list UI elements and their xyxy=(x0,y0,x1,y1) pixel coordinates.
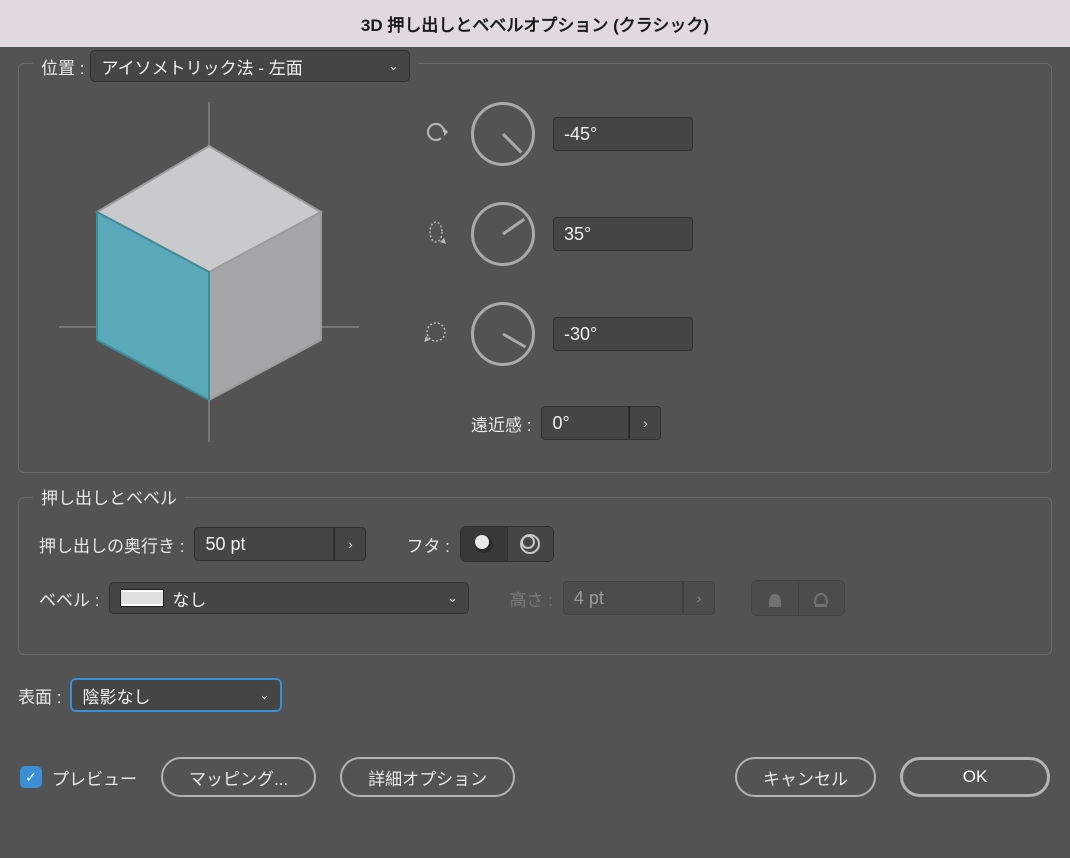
angle-z-dial[interactable] xyxy=(471,302,535,366)
cancel-button[interactable]: キャンセル xyxy=(735,757,876,797)
cap-label: フタ : xyxy=(406,532,449,557)
preview-label: プレビュー xyxy=(52,765,137,790)
position-group: 位置 : アイソメトリック法 - 左面 ⌄ xyxy=(18,63,1052,473)
cap-on-button[interactable] xyxy=(461,527,507,561)
extrude-group: 押し出しとベベル 押し出しの奥行き : › フタ : ベベル : xyxy=(18,497,1052,655)
ok-button[interactable]: OK xyxy=(900,757,1050,797)
rotate-y-icon xyxy=(419,218,453,251)
surface-dropdown[interactable]: 陰影なし ⌄ xyxy=(71,679,281,711)
perspective-input[interactable] xyxy=(541,406,629,440)
check-icon: ✓ xyxy=(25,769,37,786)
bevel-extent-out-button xyxy=(798,581,844,615)
surface-dropdown-value: 陰影なし xyxy=(82,683,150,708)
surface-label: 表面 : xyxy=(18,683,61,708)
cap-toggle-group xyxy=(460,526,554,562)
chevron-down-icon: ⌄ xyxy=(446,590,458,606)
map-art-button[interactable]: マッピング... xyxy=(161,757,316,797)
bevel-extent-in-button xyxy=(752,581,798,615)
chevron-right-icon: › xyxy=(643,415,648,431)
bevel-swatch-icon xyxy=(120,589,164,607)
angle-x-dial[interactable] xyxy=(471,102,535,166)
chevron-right-icon: › xyxy=(348,536,353,552)
chevron-down-icon: ⌄ xyxy=(387,58,399,74)
position-label: 位置 : xyxy=(41,54,84,79)
bevel-label: ベベル : xyxy=(39,586,99,611)
depth-label: 押し出しの奥行き : xyxy=(39,532,184,557)
extrude-legend: 押し出しとベベル xyxy=(41,484,177,509)
bevel-end-group xyxy=(751,580,845,616)
chevron-right-icon: › xyxy=(697,590,702,606)
position-dropdown-value: アイソメトリック法 - 左面 xyxy=(101,54,302,79)
more-options-button[interactable]: 詳細オプション xyxy=(340,757,515,797)
dialog-title: 3D 押し出しとベベルオプション (クラシック) xyxy=(0,0,1070,47)
perspective-step-button[interactable]: › xyxy=(629,406,661,440)
angle-x-input[interactable] xyxy=(553,117,693,151)
rotate-z-icon xyxy=(419,318,453,351)
bevel-dropdown-value: なし xyxy=(172,586,206,611)
height-label: 高さ : xyxy=(509,586,552,611)
preview-checkbox[interactable]: ✓ xyxy=(20,766,42,788)
perspective-label: 遠近感 : xyxy=(471,411,531,436)
cap-off-button[interactable] xyxy=(507,527,553,561)
height-step-button: › xyxy=(683,581,715,615)
rotate-x-icon xyxy=(419,118,453,151)
angle-y-input[interactable] xyxy=(553,217,693,251)
depth-input[interactable] xyxy=(194,527,334,561)
cube-preview[interactable] xyxy=(39,92,379,452)
angle-z-input[interactable] xyxy=(553,317,693,351)
depth-step-button[interactable]: › xyxy=(334,527,366,561)
position-dropdown[interactable]: アイソメトリック法 - 左面 ⌄ xyxy=(90,50,410,82)
height-input xyxy=(563,581,683,615)
bevel-dropdown[interactable]: なし ⌄ xyxy=(109,582,469,614)
chevron-down-icon: ⌄ xyxy=(258,687,270,703)
angle-y-dial[interactable] xyxy=(471,202,535,266)
